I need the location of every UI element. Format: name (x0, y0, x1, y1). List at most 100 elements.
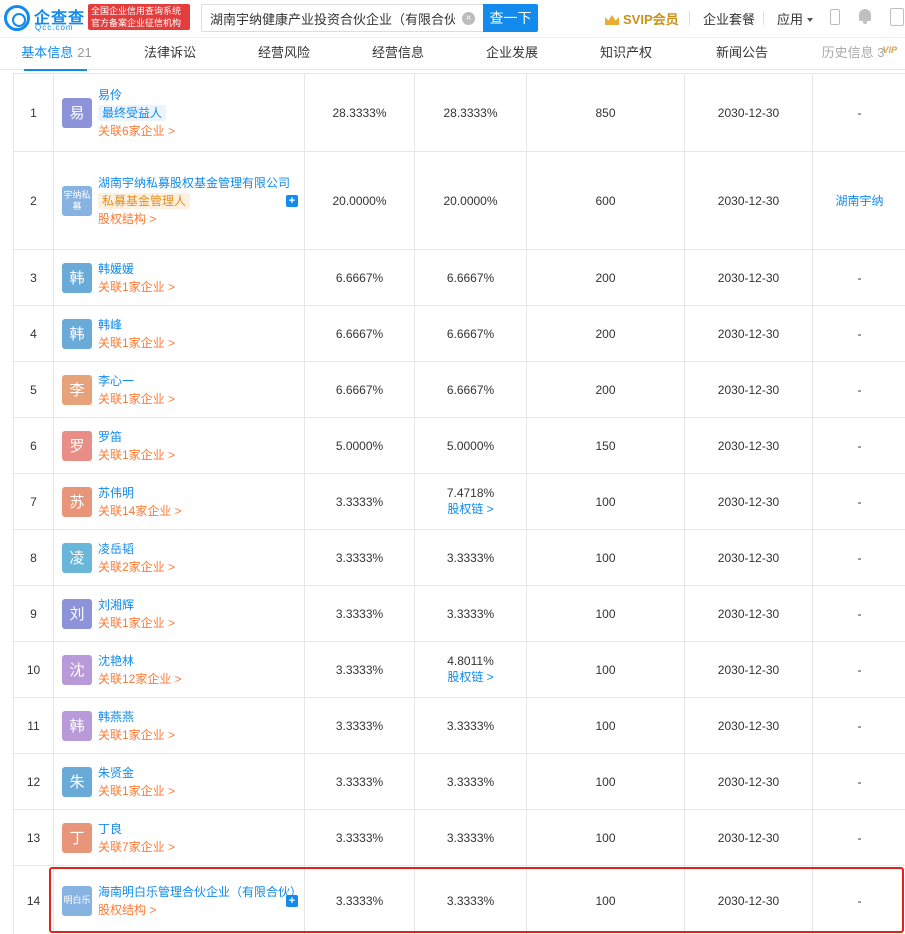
related-product: - (812, 417, 905, 474)
subscription-date: 2030-12-30 (684, 417, 813, 474)
related-companies-link[interactable]: 关联1家企业 > (98, 726, 298, 744)
related-product: - (812, 73, 905, 152)
related-companies-link[interactable]: 关联7家企业 > (98, 838, 298, 856)
clear-icon[interactable]: × (462, 12, 475, 25)
subscribed-amount: 100 (526, 529, 685, 586)
final-benefit-ratio: 5.0000% (414, 417, 527, 474)
qcc-logo[interactable]: 企查查 Qcc.com (4, 5, 84, 33)
tab-ip[interactable]: 知识产权 (569, 38, 683, 70)
shareholder-name-link[interactable]: 沈艳林 (98, 652, 298, 670)
related-companies-link[interactable]: 关联1家企业 > (98, 390, 298, 408)
avatar: 明白乐 (62, 885, 92, 916)
table-row: 6 罗 罗笛 关联1家企业 > 5.0000% 5.0000% 150 2030… (13, 417, 905, 474)
plus-icon[interactable]: + (286, 894, 298, 907)
shareholder-name-link[interactable]: 苏伟明 (98, 484, 298, 502)
final-benefit-ratio: 6.6667% (414, 361, 527, 418)
equity-chain-link[interactable]: 股权链 > (415, 500, 526, 518)
ratio-value: 4.8011% (447, 653, 494, 668)
related-companies-link[interactable]: 关联12家企业 > (98, 670, 298, 688)
crown-icon (605, 15, 619, 25)
avatar: 李 (62, 374, 92, 405)
mobile-icon[interactable] (830, 9, 840, 25)
badge-line-1: 全国企业信用查询系统 (91, 6, 182, 16)
related-companies-link[interactable]: 关联2家企业 > (98, 558, 298, 576)
svip-link[interactable]: SVIP会员 (605, 9, 679, 28)
row-index: 6 (13, 417, 54, 474)
subscription-date: 2030-12-30 (684, 641, 813, 698)
shareholder-cell: 韩 韩峰 关联1家企业 > (53, 305, 305, 362)
related-companies-link[interactable]: 股权结构 > (98, 901, 298, 919)
role-badge: 私募基金管理人 (98, 192, 191, 209)
avatar: 刘 (62, 598, 92, 629)
share-ratio: 3.3333% (304, 865, 415, 934)
final-benefit-ratio: 3.3333% (414, 697, 527, 754)
related-companies-link[interactable]: 股权结构 > (98, 210, 298, 228)
table-row: 10 沈 沈艳林 关联12家企业 > 3.3333% 4.8011% 股权链 > … (13, 641, 905, 698)
search-button[interactable]: 查一下 (483, 4, 538, 32)
subscribed-amount: 100 (526, 585, 685, 642)
tab-development[interactable]: 企业发展 (455, 38, 569, 70)
top-header: 企查查 Qcc.com 全国企业信用查询系统 官方备案企业征信机构 × 查一下 … (0, 0, 905, 38)
row-index: 14 (13, 865, 54, 934)
search-input[interactable] (202, 5, 483, 31)
shareholder-cell: 明白乐 海南明白乐管理合伙企业（有限合伙） 股权结构 > + (53, 865, 305, 934)
related-companies-link[interactable]: 关联1家企业 > (98, 446, 298, 464)
shareholder-cell: 韩 韩媛媛 关联1家企业 > (53, 249, 305, 306)
shareholder-name-link[interactable]: 朱贤金 (98, 764, 298, 782)
document-icon[interactable] (890, 8, 904, 26)
header-divider (689, 11, 690, 25)
shareholder-name-link[interactable]: 韩燕燕 (98, 708, 298, 726)
tab-news[interactable]: 新闻公告 (683, 38, 801, 70)
shareholder-name-link[interactable]: 李心一 (98, 372, 298, 390)
related-companies-link[interactable]: 关联1家企业 > (98, 614, 298, 632)
shareholder-name-link[interactable]: 韩媛媛 (98, 260, 298, 278)
related-companies-link[interactable]: 关联1家企业 > (98, 278, 298, 296)
shareholder-name-link[interactable]: 凌岳韬 (98, 540, 298, 558)
shareholder-name-link[interactable]: 刘湘辉 (98, 596, 298, 614)
tab-risk[interactable]: 经营风险 (227, 38, 341, 70)
related-product[interactable]: 湖南宇纳 (812, 151, 905, 250)
shareholder-name-link[interactable]: 罗笛 (98, 428, 298, 446)
table-row: 8 凌 凌岳韬 关联2家企业 > 3.3333% 3.3333% 100 203… (13, 529, 905, 586)
tab-history[interactable]: 历史信息 3 VIP (801, 38, 905, 70)
subscribed-amount: 150 (526, 417, 685, 474)
subscribed-amount: 100 (526, 697, 685, 754)
shareholder-cell: 丁 丁良 关联7家企业 > (53, 809, 305, 866)
shareholder-name-link[interactable]: 韩峰 (98, 316, 298, 334)
final-benefit-ratio: 6.6667% (414, 249, 527, 306)
related-product: - (812, 473, 905, 530)
tab-label: 历史信息 (821, 45, 874, 60)
shareholder-name-link[interactable]: 湖南宇纳私募股权基金管理有限公司 (98, 174, 298, 192)
equity-chain-link[interactable]: 股权链 > (415, 668, 526, 686)
plus-icon[interactable]: + (286, 194, 298, 207)
related-companies-link[interactable]: 关联1家企业 > (98, 782, 298, 800)
row-index: 7 (13, 473, 54, 530)
related-companies-link[interactable]: 关联14家企业 > (98, 502, 298, 520)
shareholder-name-link[interactable]: 丁良 (98, 820, 298, 838)
subscribed-amount: 600 (526, 151, 685, 250)
final-benefit-ratio: 3.3333% (414, 529, 527, 586)
table-row: 4 韩 韩峰 关联1家企业 > 6.6667% 6.6667% 200 2030… (13, 305, 905, 362)
shareholder-cell: 朱 朱贤金 关联1家企业 > (53, 753, 305, 810)
shareholder-cell: 沈 沈艳林 关联12家企业 > (53, 641, 305, 698)
subscribed-amount: 200 (526, 361, 685, 418)
tab-business[interactable]: 经营信息 (341, 38, 455, 70)
header-divider (763, 11, 764, 25)
enterprise-package-link[interactable]: 企业套餐 (703, 9, 755, 28)
bell-icon[interactable] (858, 9, 872, 24)
shareholder-name-link[interactable]: 易伶 (98, 86, 298, 104)
shareholder-name-link[interactable]: 海南明白乐管理合伙企业（有限合伙） (98, 883, 302, 901)
row-index: 10 (13, 641, 54, 698)
related-companies-link[interactable]: 关联1家企业 > (98, 334, 298, 352)
related-product: - (812, 305, 905, 362)
share-ratio: 20.0000% (304, 151, 415, 250)
tab-legal[interactable]: 法律诉讼 (113, 38, 227, 70)
final-benefit-ratio: 28.3333% (414, 73, 527, 152)
related-product: - (812, 809, 905, 866)
subscription-date: 2030-12-30 (684, 585, 813, 642)
related-product: - (812, 585, 905, 642)
related-companies-link[interactable]: 关联6家企业 > (98, 122, 298, 140)
apps-menu[interactable]: 应用 (777, 9, 814, 28)
tab-basic-info[interactable]: 基本信息 21 (0, 38, 113, 71)
subscribed-amount: 200 (526, 305, 685, 362)
